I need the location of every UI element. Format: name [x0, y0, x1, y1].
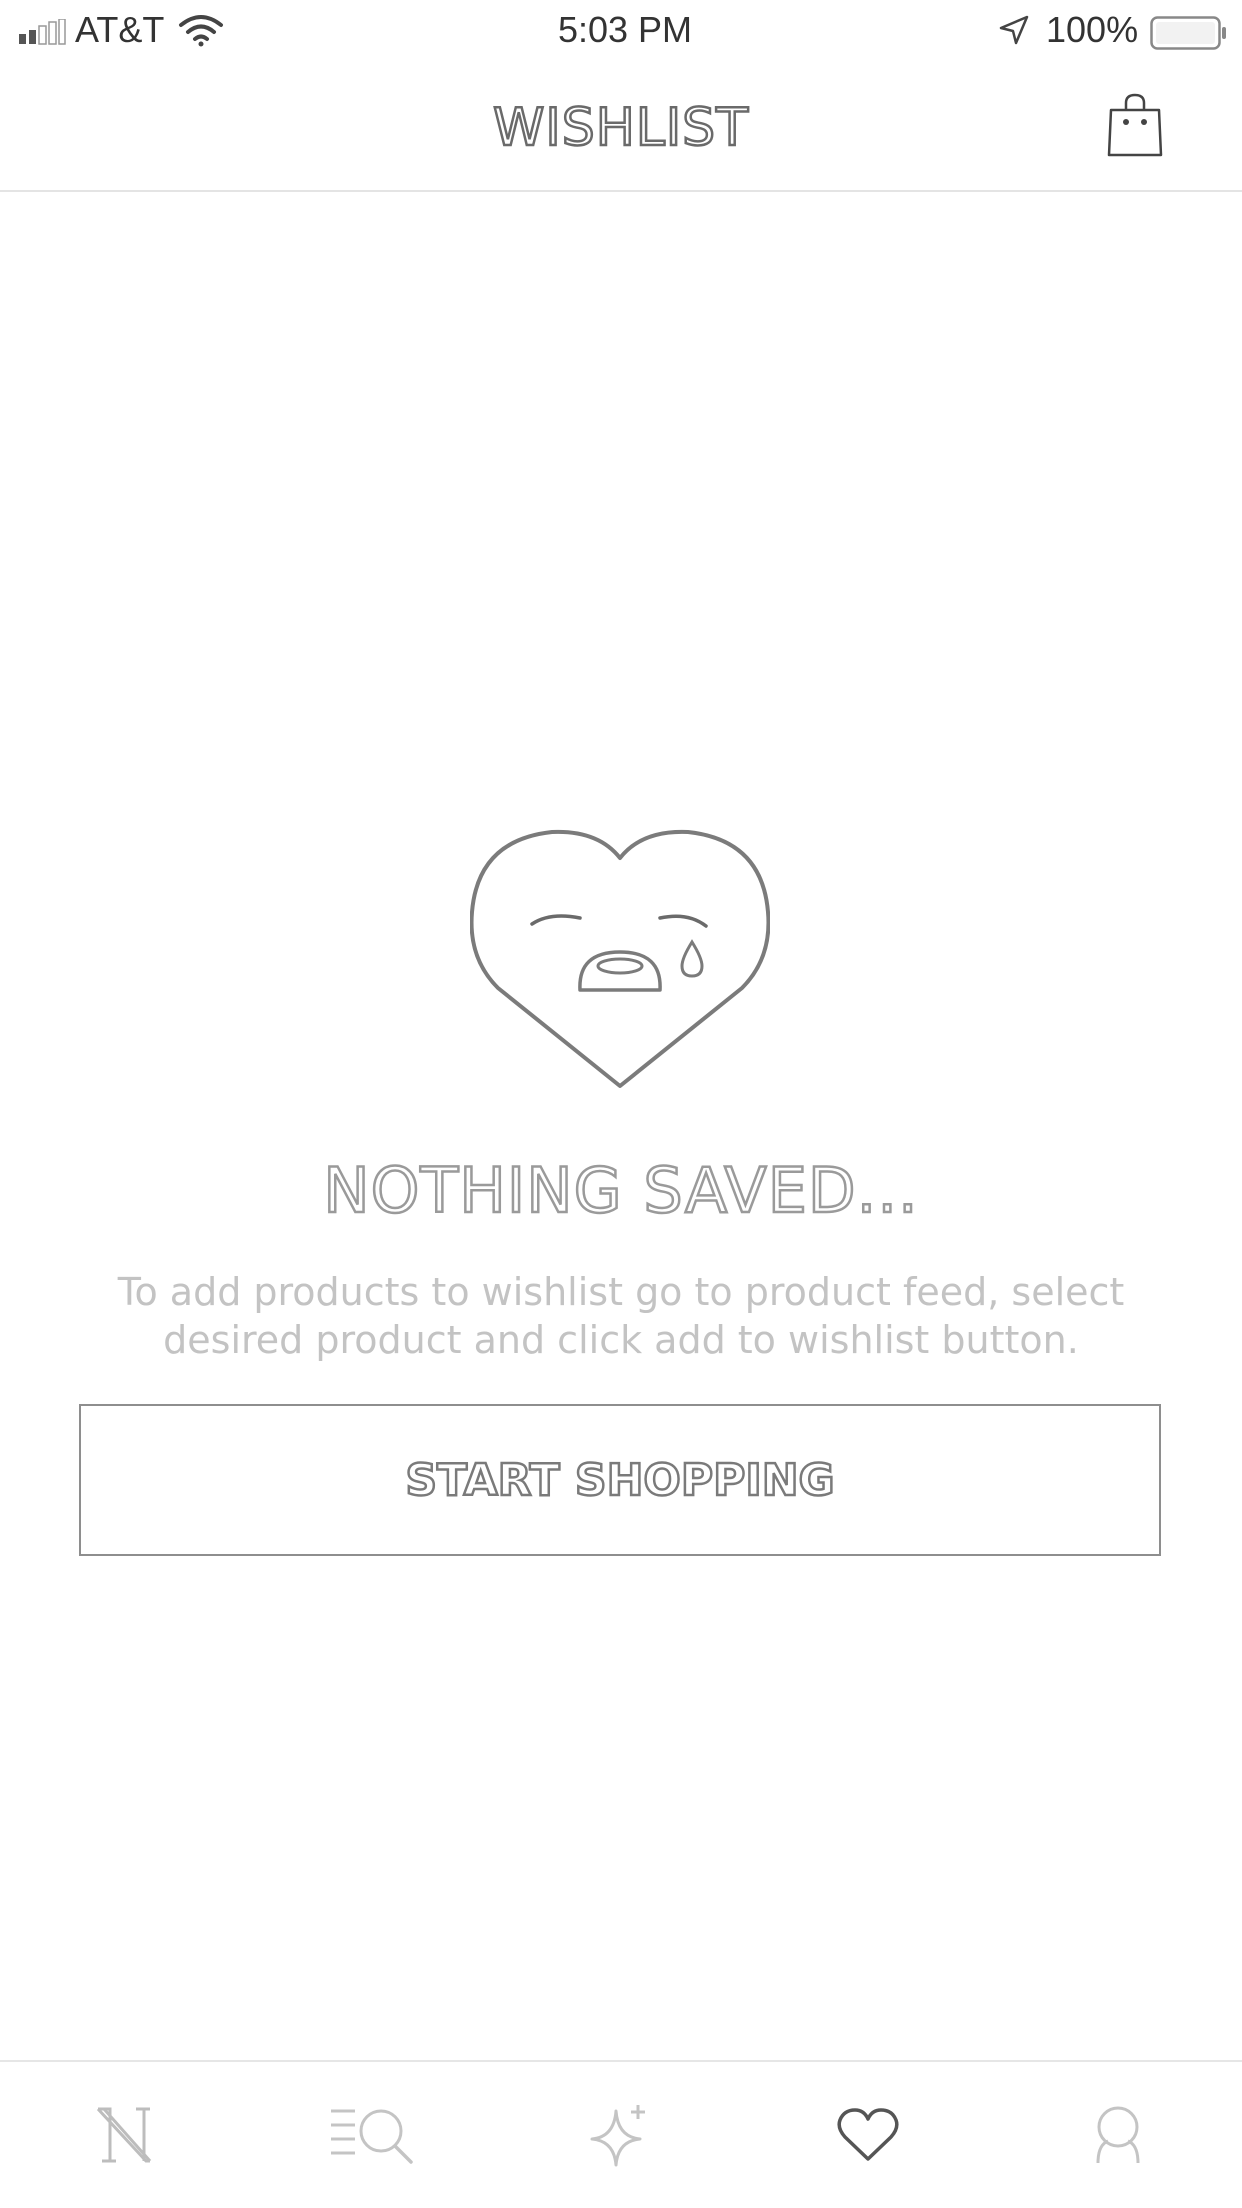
tab-profile[interactable] — [994, 2062, 1242, 2208]
empty-state-description: To add products to wishlist go to produc… — [117, 1270, 1125, 1362]
sad-heart-icon — [470, 829, 770, 1088]
page-title: WISHLIST — [492, 97, 749, 160]
catalog-search-icon — [331, 2109, 413, 2164]
tab-home[interactable] — [0, 2062, 248, 2208]
tab-bar — [0, 2060, 1242, 2208]
tab-discover[interactable] — [496, 2062, 744, 2208]
home-logo-icon — [96, 2107, 152, 2163]
start-shopping-label: START SHOPPING — [404, 1453, 836, 1507]
start-shopping-button[interactable]: START SHOPPING — [79, 1404, 1161, 1556]
shopping-bag-icon — [1107, 93, 1163, 157]
empty-state-title: NOTHING SAVED... — [322, 1153, 919, 1229]
cart-button[interactable] — [1105, 92, 1165, 158]
status-bar: AT&T 5:03 PM 100% — [0, 0, 1242, 60]
sparkle-icon — [590, 2105, 645, 2167]
heart-icon — [837, 2108, 899, 2161]
battery-icon — [1150, 16, 1226, 50]
tab-wishlist[interactable] — [744, 2062, 992, 2208]
battery-percentage: 100% — [1046, 9, 1139, 50]
header: WISHLIST — [0, 60, 1242, 192]
location-arrow-icon — [999, 15, 1029, 45]
profile-icon — [1096, 2106, 1140, 2164]
tab-catalog-search[interactable] — [248, 2062, 496, 2208]
